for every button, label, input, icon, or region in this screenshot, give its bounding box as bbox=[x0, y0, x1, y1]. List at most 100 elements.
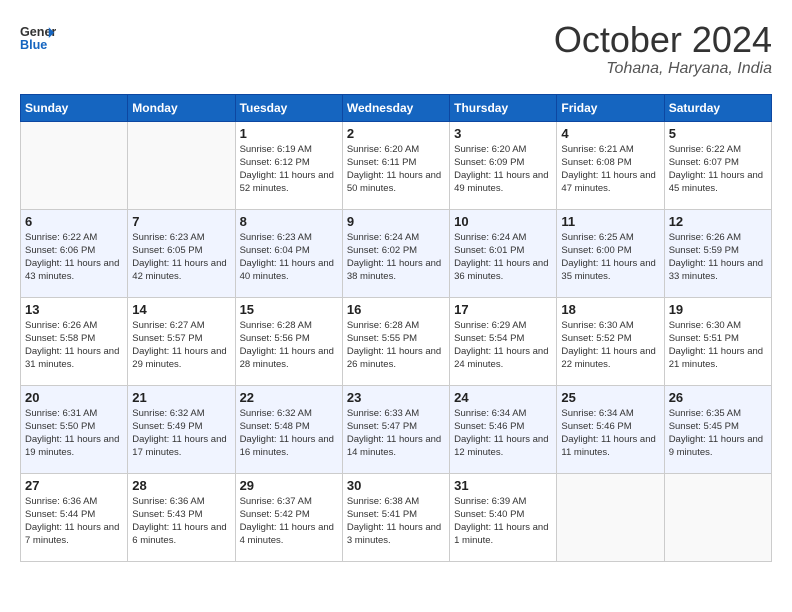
calendar-day-cell: 3 Sunrise: 6:20 AM Sunset: 6:09 PM Daylig… bbox=[450, 121, 557, 209]
day-number: 17 bbox=[454, 302, 552, 317]
day-number: 11 bbox=[561, 214, 659, 229]
day-number: 31 bbox=[454, 478, 552, 493]
day-info: Sunrise: 6:30 AM Sunset: 5:51 PM Dayligh… bbox=[669, 319, 767, 372]
calendar-day-cell: 2 Sunrise: 6:20 AM Sunset: 6:11 PM Daylig… bbox=[342, 121, 449, 209]
calendar-day-cell: 22Sunrise: 6:32 AM Sunset: 5:48 PM Dayli… bbox=[235, 385, 342, 473]
calendar-day-cell: 12 Sunrise: 6:26 AM Sunset: 5:59 PM Dayli… bbox=[664, 209, 771, 297]
calendar-day-cell: 17Sunrise: 6:29 AM Sunset: 5:54 PM Dayli… bbox=[450, 297, 557, 385]
day-info: Sunrise: 6:22 AM Sunset: 6:07 PM Dayligh… bbox=[669, 143, 767, 196]
calendar-day-cell: 6 Sunrise: 6:22 AM Sunset: 6:06 PM Daylig… bbox=[21, 209, 128, 297]
day-number: 13 bbox=[25, 302, 123, 317]
day-info: Sunrise: 6:19 AM Sunset: 6:12 PM Dayligh… bbox=[240, 143, 338, 196]
day-info: Sunrise: 6:22 AM Sunset: 6:06 PM Dayligh… bbox=[25, 231, 123, 284]
day-info: Sunrise: 6:37 AM Sunset: 5:42 PM Dayligh… bbox=[240, 495, 338, 548]
calendar-day-cell: 20 Sunrise: 6:31 AM Sunset: 5:50 PM Dayli… bbox=[21, 385, 128, 473]
calendar-day-cell: 26 Sunrise: 6:35 AM Sunset: 5:45 PM Dayli… bbox=[664, 385, 771, 473]
weekday-header-row: SundayMondayTuesdayWednesdayThursdayFrid… bbox=[21, 94, 772, 121]
day-number: 6 bbox=[25, 214, 123, 229]
calendar-day-cell: 7 Sunrise: 6:23 AM Sunset: 6:05 PM Daylig… bbox=[128, 209, 235, 297]
day-number: 23 bbox=[347, 390, 445, 405]
calendar-day-cell: 15 Sunrise: 6:28 AM Sunset: 5:56 PM Dayli… bbox=[235, 297, 342, 385]
day-info: Sunrise: 6:35 AM Sunset: 5:45 PM Dayligh… bbox=[669, 407, 767, 460]
day-info: Sunrise: 6:20 AM Sunset: 6:11 PM Dayligh… bbox=[347, 143, 445, 196]
calendar-week-row: 6 Sunrise: 6:22 AM Sunset: 6:06 PM Daylig… bbox=[21, 209, 772, 297]
weekday-header: Friday bbox=[557, 94, 664, 121]
calendar-day-cell: 30Sunrise: 6:38 AM Sunset: 5:41 PM Dayli… bbox=[342, 473, 449, 561]
calendar-week-row: 13 Sunrise: 6:26 AM Sunset: 5:58 PM Dayli… bbox=[21, 297, 772, 385]
calendar-day-cell bbox=[128, 121, 235, 209]
calendar-day-cell: 23 Sunrise: 6:33 AM Sunset: 5:47 PM Dayli… bbox=[342, 385, 449, 473]
day-number: 2 bbox=[347, 126, 445, 141]
day-number: 19 bbox=[669, 302, 767, 317]
calendar-day-cell: 13 Sunrise: 6:26 AM Sunset: 5:58 PM Dayli… bbox=[21, 297, 128, 385]
day-info: Sunrise: 6:24 AM Sunset: 6:01 PM Dayligh… bbox=[454, 231, 552, 284]
weekday-header: Sunday bbox=[21, 94, 128, 121]
calendar-day-cell: 25 Sunrise: 6:34 AM Sunset: 5:46 PM Dayli… bbox=[557, 385, 664, 473]
weekday-header: Monday bbox=[128, 94, 235, 121]
logo-icon: General Blue bbox=[20, 20, 56, 56]
calendar-day-cell: 18 Sunrise: 6:30 AM Sunset: 5:52 PM Dayli… bbox=[557, 297, 664, 385]
day-info: Sunrise: 6:26 AM Sunset: 5:59 PM Dayligh… bbox=[669, 231, 767, 284]
day-number: 10 bbox=[454, 214, 552, 229]
day-info: Sunrise: 6:26 AM Sunset: 5:58 PM Dayligh… bbox=[25, 319, 123, 372]
day-number: 1 bbox=[240, 126, 338, 141]
weekday-header: Saturday bbox=[664, 94, 771, 121]
weekday-header: Tuesday bbox=[235, 94, 342, 121]
calendar-day-cell bbox=[664, 473, 771, 561]
calendar-day-cell: 19 Sunrise: 6:30 AM Sunset: 5:51 PM Dayli… bbox=[664, 297, 771, 385]
calendar-day-cell: 31 Sunrise: 6:39 AM Sunset: 5:40 PM Dayli… bbox=[450, 473, 557, 561]
day-info: Sunrise: 6:23 AM Sunset: 6:04 PM Dayligh… bbox=[240, 231, 338, 284]
day-info: Sunrise: 6:36 AM Sunset: 5:43 PM Dayligh… bbox=[132, 495, 230, 548]
day-number: 20 bbox=[25, 390, 123, 405]
day-number: 7 bbox=[132, 214, 230, 229]
day-number: 14 bbox=[132, 302, 230, 317]
day-info: Sunrise: 6:31 AM Sunset: 5:50 PM Dayligh… bbox=[25, 407, 123, 460]
svg-text:Blue: Blue bbox=[20, 38, 47, 52]
day-info: Sunrise: 6:30 AM Sunset: 5:52 PM Dayligh… bbox=[561, 319, 659, 372]
calendar-day-cell: 11 Sunrise: 6:25 AM Sunset: 6:00 PM Dayli… bbox=[557, 209, 664, 297]
day-number: 26 bbox=[669, 390, 767, 405]
day-number: 15 bbox=[240, 302, 338, 317]
location: Tohana, Haryana, India bbox=[554, 60, 772, 78]
calendar-day-cell: 24Sunrise: 6:34 AM Sunset: 5:46 PM Dayli… bbox=[450, 385, 557, 473]
day-info: Sunrise: 6:32 AM Sunset: 5:49 PM Dayligh… bbox=[132, 407, 230, 460]
day-number: 25 bbox=[561, 390, 659, 405]
calendar-day-cell bbox=[557, 473, 664, 561]
day-number: 28 bbox=[132, 478, 230, 493]
day-info: Sunrise: 6:27 AM Sunset: 5:57 PM Dayligh… bbox=[132, 319, 230, 372]
day-number: 12 bbox=[669, 214, 767, 229]
day-number: 8 bbox=[240, 214, 338, 229]
calendar-week-row: 27 Sunrise: 6:36 AM Sunset: 5:44 PM Dayli… bbox=[21, 473, 772, 561]
day-number: 29 bbox=[240, 478, 338, 493]
calendar-day-cell: 8 Sunrise: 6:23 AM Sunset: 6:04 PM Daylig… bbox=[235, 209, 342, 297]
day-info: Sunrise: 6:34 AM Sunset: 5:46 PM Dayligh… bbox=[561, 407, 659, 460]
day-info: Sunrise: 6:20 AM Sunset: 6:09 PM Dayligh… bbox=[454, 143, 552, 196]
page-header: General Blue October 2024 Tohana, Haryan… bbox=[20, 20, 772, 78]
calendar-week-row: 20 Sunrise: 6:31 AM Sunset: 5:50 PM Dayli… bbox=[21, 385, 772, 473]
month-title: October 2024 bbox=[554, 20, 772, 60]
weekday-header: Wednesday bbox=[342, 94, 449, 121]
day-info: Sunrise: 6:28 AM Sunset: 5:56 PM Dayligh… bbox=[240, 319, 338, 372]
weekday-header: Thursday bbox=[450, 94, 557, 121]
title-block: October 2024 Tohana, Haryana, India bbox=[554, 20, 772, 78]
day-number: 5 bbox=[669, 126, 767, 141]
day-info: Sunrise: 6:33 AM Sunset: 5:47 PM Dayligh… bbox=[347, 407, 445, 460]
calendar-day-cell: 5 Sunrise: 6:22 AM Sunset: 6:07 PM Daylig… bbox=[664, 121, 771, 209]
day-info: Sunrise: 6:23 AM Sunset: 6:05 PM Dayligh… bbox=[132, 231, 230, 284]
day-number: 4 bbox=[561, 126, 659, 141]
day-number: 21 bbox=[132, 390, 230, 405]
day-info: Sunrise: 6:25 AM Sunset: 6:00 PM Dayligh… bbox=[561, 231, 659, 284]
day-info: Sunrise: 6:21 AM Sunset: 6:08 PM Dayligh… bbox=[561, 143, 659, 196]
calendar-day-cell: 14 Sunrise: 6:27 AM Sunset: 5:57 PM Dayli… bbox=[128, 297, 235, 385]
day-info: Sunrise: 6:32 AM Sunset: 5:48 PM Dayligh… bbox=[240, 407, 338, 460]
calendar-table: SundayMondayTuesdayWednesdayThursdayFrid… bbox=[20, 94, 772, 562]
day-info: Sunrise: 6:36 AM Sunset: 5:44 PM Dayligh… bbox=[25, 495, 123, 548]
day-info: Sunrise: 6:34 AM Sunset: 5:46 PM Dayligh… bbox=[454, 407, 552, 460]
calendar-day-cell: 10 Sunrise: 6:24 AM Sunset: 6:01 PM Dayli… bbox=[450, 209, 557, 297]
day-number: 3 bbox=[454, 126, 552, 141]
day-info: Sunrise: 6:28 AM Sunset: 5:55 PM Dayligh… bbox=[347, 319, 445, 372]
calendar-day-cell: 9Sunrise: 6:24 AM Sunset: 6:02 PM Daylig… bbox=[342, 209, 449, 297]
day-number: 18 bbox=[561, 302, 659, 317]
day-info: Sunrise: 6:39 AM Sunset: 5:40 PM Dayligh… bbox=[454, 495, 552, 548]
day-number: 27 bbox=[25, 478, 123, 493]
